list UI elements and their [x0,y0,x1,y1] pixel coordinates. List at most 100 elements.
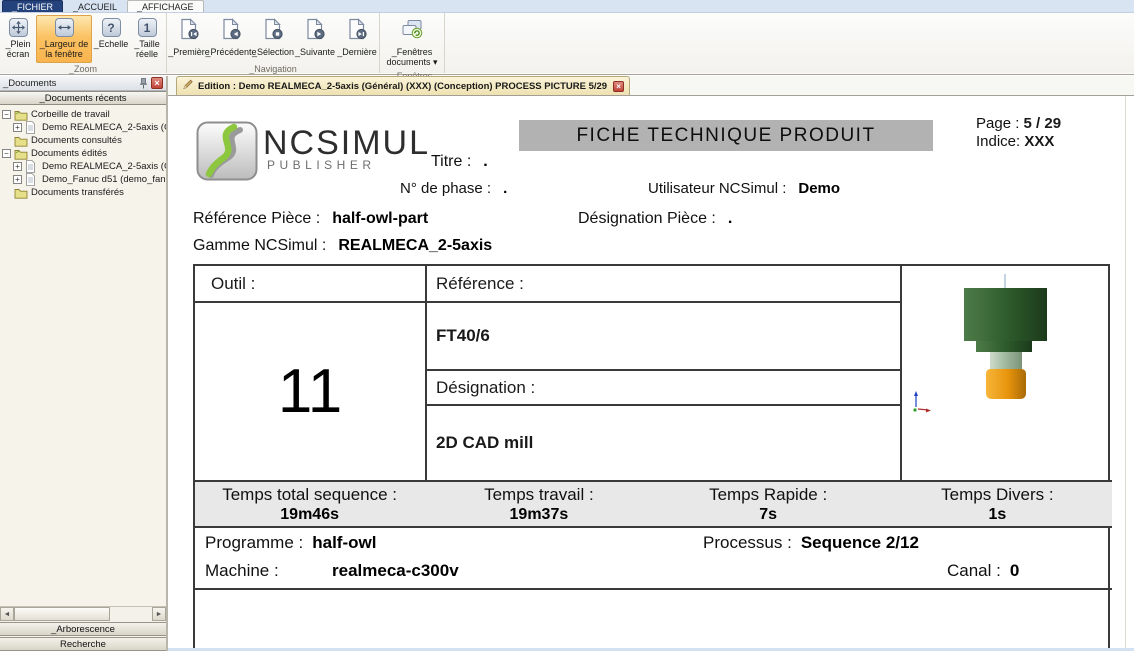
sidebar-item-demo-realmeca-1[interactable]: + Demo REALMECA_2-5axis (Général [0,121,166,134]
designation-piece-label: Désignation Pièce : [578,210,716,228]
nav-selection-button[interactable]: _Sélection [253,15,293,63]
scroll-right-button[interactable]: ► [152,607,166,621]
tool-image-cell [902,266,1112,480]
machine-label-wrap: Machine : [205,561,279,581]
nav-first-button[interactable]: _Première [169,15,209,63]
fullscreen-button[interactable]: _Plein écran [2,15,34,63]
actual-size-button[interactable]: 1 _Taille réelle [130,15,164,63]
sidebar-item-demo-realmeca-2[interactable]: + Demo REALMECA_2-5axis (Général [0,160,166,173]
sidebar-item-documents-transferes[interactable]: Documents transférés [0,186,166,199]
folder-icon [14,148,28,160]
tool-3d-image [902,266,1112,480]
tab-recherche[interactable]: Recherche [0,637,166,651]
document-windows-button[interactable]: _Fenêtres documents ▾ [382,15,442,70]
documents-panel-close-button[interactable]: × [151,77,163,89]
documents-recents-header[interactable]: _Documents récents [0,91,166,105]
ribbon-group-navigation: _Première _Précédente [167,13,380,73]
tab-arborescence[interactable]: _Arborescence [0,622,166,636]
button-label: _Echelle [94,39,129,49]
nav-next-button[interactable]: _Suivante [295,15,335,63]
sidebar-item-demo-fanuc[interactable]: + Demo_Fanuc d51 (demo_fanuc) (X [0,173,166,186]
temps-travail-cell: Temps travail : 19m37s [424,482,653,526]
ncsimul-logo-icon [196,121,258,181]
tab-accueil[interactable]: _ACCUEIL [63,0,127,12]
indice-label: Indice: [976,133,1020,150]
sheet-title-box: FICHE TECHNIQUE PRODUIT [519,120,933,151]
outil-number-cell: 11 [195,303,427,480]
logo-sub-text: PUBLISHER [267,158,376,172]
scrollbar-track[interactable] [14,607,152,621]
fit-width-button[interactable]: _Largeur de la fenêtre [36,15,92,63]
documents-panel-title: _Documents [3,78,137,89]
page-previous-icon [220,18,242,45]
fit-width-icon [55,18,74,37]
ribbon-body: _Plein écran _Largeur de la fenêtre ? _E… [0,13,1134,73]
titre-value: . [483,153,487,171]
document-page: NCSIMUL PUBLISHER FICHE TECHNIQUE PRODUI… [168,96,1134,648]
sidebar-horizontal-scrollbar[interactable]: ◄ ► [0,606,166,621]
button-label: _Précédente [205,47,256,57]
document-tab-close-button[interactable]: × [613,81,624,92]
main-area: _Documents × _Documents récents − Corbe [0,76,1134,651]
reference-piece-value: half-owl-part [332,210,428,228]
tree-item-label: Demo_Fanuc d51 (demo_fanuc) (X [42,174,166,185]
temps-total-value: 19m46s [280,506,339,524]
scale-icon: ? [102,18,121,37]
tree-item-label: Demo REALMECA_2-5axis (Général [42,122,166,133]
titre-label: Titre : [431,153,471,171]
sidebar-item-corbeille[interactable]: − Corbeille de travail [0,108,166,121]
tree-item-label: Corbeille de travail [31,109,110,120]
button-label: _Taille réelle [132,39,162,59]
expand-icon[interactable]: + [13,123,22,132]
page-label: Page : [976,115,1019,132]
expand-icon[interactable]: + [13,175,22,184]
nav-last-button[interactable]: _Dernière [337,15,377,63]
machine-label: Machine : [205,561,279,581]
temps-divers-label: Temps Divers : [941,485,1053,505]
document-area: Edition : Demo REALMECA_2-5axis (Général… [168,76,1134,651]
tab-fichier[interactable]: _FICHIER [2,0,63,12]
edit-pencil-icon [182,77,194,95]
gamme-value: REALMECA_2-5axis [338,237,492,255]
document-tab[interactable]: Edition : Demo REALMECA_2-5axis (Général… [176,76,630,95]
scroll-left-button[interactable]: ◄ [0,607,14,621]
nav-previous-button[interactable]: _Précédente [211,15,251,63]
processus-label: Processus : [703,533,792,553]
page-next-icon [304,18,326,45]
button-label: _Première [168,47,210,57]
page-last-icon [346,18,368,45]
times-band: Temps total sequence : 19m46s Temps trav… [195,480,1112,528]
fullscreen-icon [9,18,28,37]
temps-divers-value: 1s [988,506,1006,524]
canal-value: 0 [1010,561,1019,581]
documents-panel: _Documents × _Documents récents − Corbe [0,76,168,651]
designation-value-cell: 2D CAD mill [427,406,902,480]
canal-label: Canal : [947,561,1001,581]
dropdown-arrow-icon: ▾ [433,57,438,67]
scale-button[interactable]: ? _Echelle [94,15,128,63]
user-row: Utilisateur NCSimul : Demo [648,180,840,197]
tree-item-label: Documents transférés [31,187,124,198]
phase-label: N° de phase : [400,180,491,197]
canal-row: Canal : 0 [947,561,1019,581]
program-section: Programme : half-owl Processus : Sequenc… [195,528,1112,590]
actual-size-icon: 1 [138,18,157,37]
reference-value-cell: FT40/6 [427,303,902,371]
tab-affichage[interactable]: _AFFICHAGE [127,0,204,12]
sidebar-item-documents-consultes[interactable]: Documents consultés [0,134,166,147]
collapse-icon[interactable]: − [2,149,11,158]
expand-icon[interactable]: + [13,162,22,171]
sidebar-item-documents-edites[interactable]: − Documents édités [0,147,166,160]
folder-icon [14,109,28,121]
temps-divers-cell: Temps Divers : 1s [883,482,1112,526]
scrollbar-thumb[interactable] [14,607,110,621]
button-label: _Largeur de la fenêtre [38,39,90,59]
temps-rapide-cell: Temps Rapide : 7s [654,482,883,526]
pin-icon[interactable] [137,77,149,89]
tool-sheet-table: Outil : 11 Référence : FT40/6 Désignatio… [193,264,1110,649]
button-label: _Sélection [252,47,294,57]
documents-panel-titlebar: _Documents × [0,76,166,91]
app-window: _FICHIER _ACCUEIL _AFFICHAGE _Plein écra… [0,0,1134,651]
group-label-navigation: _Navigation [168,64,378,75]
collapse-icon[interactable]: − [2,110,11,119]
